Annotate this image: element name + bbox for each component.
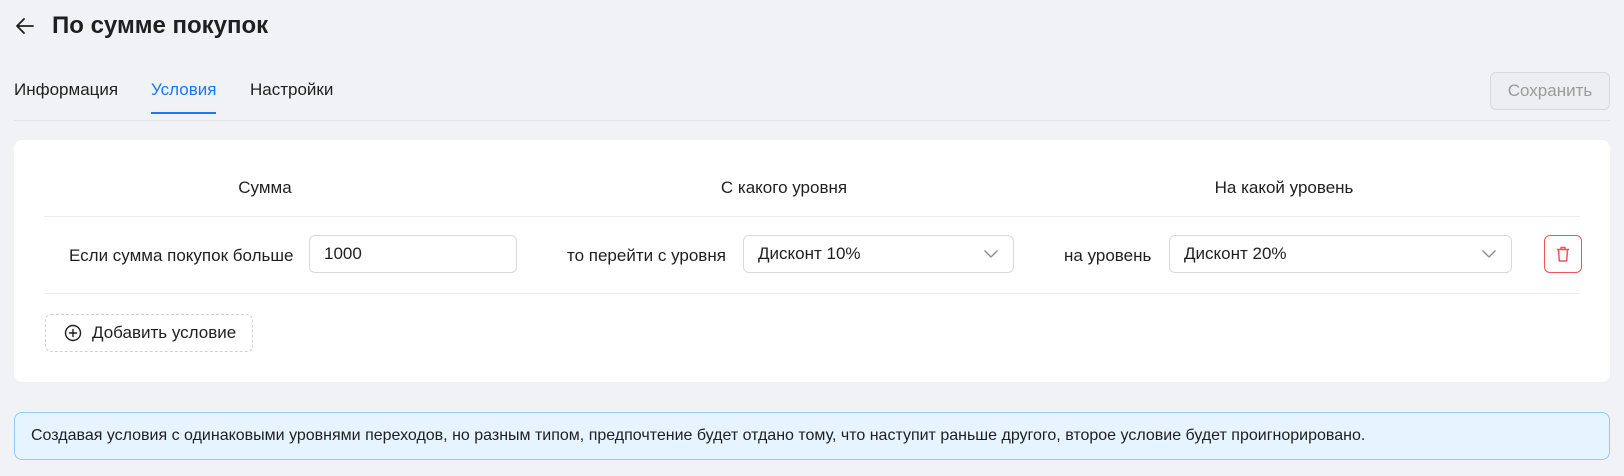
add-condition-label: Добавить условие xyxy=(92,323,237,342)
back-button[interactable] xyxy=(14,15,36,37)
from-level-label: то перейти с уровня xyxy=(567,246,726,265)
header-divider xyxy=(44,216,1580,217)
tabs-bar: Информация Условия Настройки Сохранить xyxy=(14,68,1610,121)
chevron-down-icon xyxy=(1482,250,1496,258)
chevron-down-icon xyxy=(984,250,998,258)
tab-information[interactable]: Информация xyxy=(14,80,118,112)
from-level-select[interactable]: Дисконт 10% xyxy=(743,235,1014,273)
from-level-value: Дисконт 10% xyxy=(758,244,861,263)
page-header: По сумме покупок xyxy=(14,10,268,42)
info-alert: Создавая условия с одинаковыми уровнями … xyxy=(14,412,1610,460)
tab-settings[interactable]: Настройки xyxy=(250,80,333,112)
add-condition-button[interactable]: Добавить условие xyxy=(45,314,253,352)
arrow-left-icon xyxy=(16,18,34,34)
to-level-select[interactable]: Дисконт 20% xyxy=(1169,235,1512,273)
to-level-value: Дисконт 20% xyxy=(1184,244,1287,263)
trash-icon xyxy=(1557,246,1569,262)
save-button[interactable]: Сохранить xyxy=(1490,72,1610,110)
column-header-from-level: С какого уровня xyxy=(720,178,848,197)
sum-condition-label: Если сумма покупок больше xyxy=(69,246,294,265)
column-header-to-level: На какой уровень xyxy=(1214,178,1354,197)
tab-conditions[interactable]: Условия xyxy=(151,80,217,114)
info-alert-text: Создавая условия с одинаковыми уровнями … xyxy=(31,427,1366,444)
to-level-label: на уровень xyxy=(1064,246,1152,265)
page-title: По сумме покупок xyxy=(52,12,269,39)
delete-condition-button[interactable] xyxy=(1544,235,1582,273)
sum-input[interactable]: 1000 xyxy=(309,235,517,273)
plus-circle-icon xyxy=(64,324,82,342)
row-divider xyxy=(44,293,1580,294)
conditions-card: Сумма С какого уровня На какой уровень Е… xyxy=(14,140,1610,382)
column-header-sum: Сумма xyxy=(238,178,292,197)
